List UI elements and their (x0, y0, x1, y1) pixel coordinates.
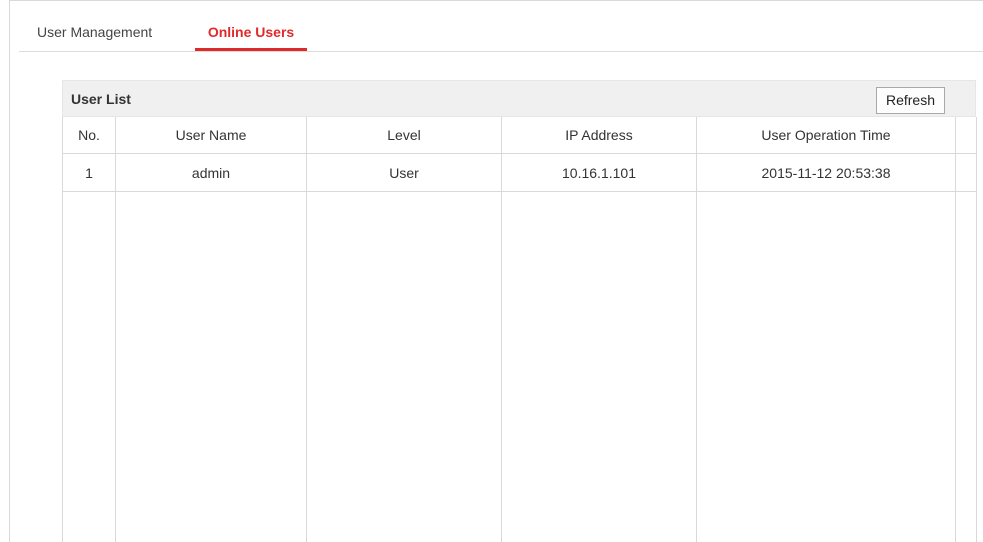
column-header-user-name[interactable]: User Name (115, 117, 307, 154)
empty-cell (501, 191, 697, 542)
user-list-header: User List Refresh (62, 80, 976, 117)
column-header-operation-time[interactable]: User Operation Time (696, 117, 956, 154)
cell-spacer (955, 153, 977, 192)
tab-user-management[interactable]: User Management (37, 20, 152, 51)
table-header-row: No. User Name Level IP Address User Oper… (62, 117, 977, 154)
column-header-no[interactable]: No. (62, 117, 116, 154)
cell-user-name: admin (115, 153, 307, 192)
empty-cell (306, 191, 502, 542)
table-row[interactable]: 1 admin User 10.16.1.101 2015-11-12 20:5… (62, 153, 977, 192)
column-header-ip-address[interactable]: IP Address (501, 117, 697, 154)
cell-operation-time: 2015-11-12 20:53:38 (696, 153, 956, 192)
column-header-spacer (955, 117, 977, 154)
cell-level: User (306, 153, 502, 192)
empty-cell (62, 191, 116, 542)
user-table: No. User Name Level IP Address User Oper… (62, 117, 977, 542)
cell-ip-address: 10.16.1.101 (501, 153, 697, 192)
column-header-level[interactable]: Level (306, 117, 502, 154)
cell-no: 1 (62, 153, 116, 192)
tab-online-users[interactable]: Online Users (195, 20, 307, 51)
empty-cell (955, 191, 977, 542)
user-list-panel: User List Refresh No. User Name Level IP… (62, 80, 977, 542)
user-list-title: User List (71, 91, 131, 107)
empty-cell (115, 191, 307, 542)
table-empty-area (62, 191, 977, 542)
tab-bar: User Management Online Users (19, 20, 983, 52)
empty-cell (696, 191, 956, 542)
refresh-button[interactable]: Refresh (875, 87, 945, 114)
